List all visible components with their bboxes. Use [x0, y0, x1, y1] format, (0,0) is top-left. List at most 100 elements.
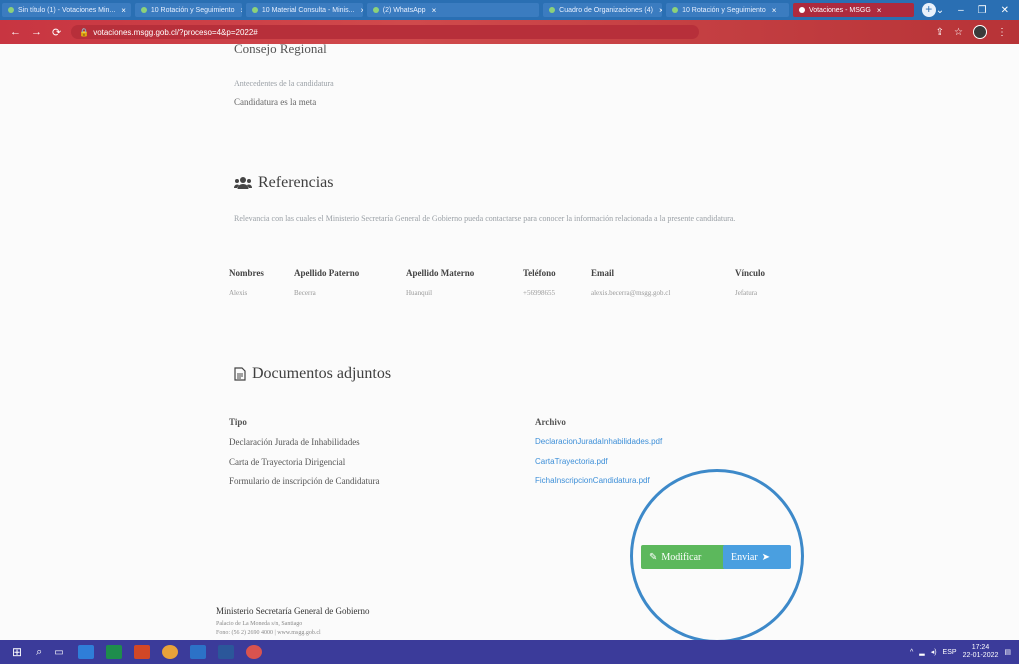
browser-address-bar: ← → ⟳ 🔒 votaciones.msgg.gob.cl/?proceso=…	[0, 20, 1019, 44]
windows-start-icon[interactable]: ⊞	[12, 645, 22, 659]
maximize-icon[interactable]: ❐	[978, 5, 987, 16]
forward-arrow-icon[interactable]: →	[31, 26, 42, 38]
page-content: Consejo Regional Antecedentes de la cand…	[0, 41, 1019, 643]
document-icon	[234, 367, 246, 381]
ref-header-vinculo: Vínculo	[735, 268, 766, 278]
section-heading-partial: Consejo Regional	[234, 41, 327, 56]
outlook-icon[interactable]	[189, 645, 206, 659]
ref-header-nombres: Nombres	[229, 268, 264, 278]
close-tab-icon[interactable]: ×	[772, 6, 777, 15]
avatar[interactable]	[973, 25, 987, 39]
browser-tab[interactable]: 10 Material Consulta - Minis... ×	[245, 3, 363, 17]
clock-time: 17:24	[971, 644, 990, 651]
modificar-button[interactable]: ✎ Modificar	[641, 545, 727, 569]
browser-tab[interactable]: 10 Rotación y Seguimiento ×	[134, 3, 242, 17]
powerpoint-icon[interactable]	[133, 645, 150, 659]
network-icon[interactable]: ▂	[919, 648, 924, 656]
ref-cell-nombres: Alexis	[229, 289, 248, 297]
browser-tab-active[interactable]: Votaciones - MSGG ×	[792, 3, 914, 17]
excel-icon[interactable]	[105, 645, 122, 659]
menu-icon[interactable]: ⋮	[997, 27, 1007, 38]
word-icon[interactable]	[217, 645, 234, 659]
close-window-icon[interactable]: ✕	[1001, 5, 1009, 16]
footer-contact: Fono: (56 2) 2690 4000 | www.msgg.gob.cl	[216, 630, 321, 636]
star-icon[interactable]: ☆	[954, 27, 963, 38]
doc-type: Formulario de inscripción de Candidatura	[229, 476, 380, 486]
ref-cell-vinculo: Jefatura	[735, 289, 758, 297]
ref-header-apellido-materno: Apellido Materno	[406, 268, 475, 278]
tab-favicon-icon	[798, 7, 805, 13]
close-tab-icon[interactable]: ×	[659, 6, 662, 15]
tab-label: (2) WhatsApp	[382, 6, 426, 14]
clock[interactable]: 17:24 22-01-2022	[963, 644, 999, 660]
doc-type: Carta de Trayectoria Dirigencial	[229, 457, 346, 467]
doc-file-link[interactable]: CartaTrayectoria.pdf	[535, 457, 608, 466]
browser-toolbar-right: ⇪ ☆ ⋮	[936, 25, 1019, 39]
share-icon[interactable]: ⇪	[936, 27, 944, 38]
tab-label: Cuadro de Organizaciones (4)	[559, 6, 653, 14]
clock-date: 22-01-2022	[962, 652, 999, 659]
browser-tab-bar: Sin título (1) - Votaciones Min... × 10 R…	[0, 0, 1019, 20]
ref-header-apellido-paterno: Apellido Paterno	[294, 268, 360, 278]
close-tab-icon[interactable]: ×	[877, 6, 882, 15]
browser-tab[interactable]: Sin título (1) - Votaciones Min... ×	[2, 3, 131, 17]
doc-file-link[interactable]: DeclaracionJuradaInhabilidades.pdf	[535, 437, 662, 446]
back-arrow-icon[interactable]: ←	[10, 26, 21, 38]
tab-favicon-icon	[672, 7, 679, 13]
lock-icon: 🔒	[79, 27, 90, 37]
task-view-icon[interactable]: ▭	[54, 647, 63, 658]
section-title-text: Documentos adjuntos	[252, 365, 392, 382]
close-tab-icon[interactable]: ×	[240, 6, 241, 15]
ref-header-email: Email	[591, 268, 615, 278]
new-tab-icon[interactable]: +	[921, 3, 936, 17]
ref-cell-email: alexis.becerra@msgg.gob.cl	[591, 289, 671, 297]
tab-label: Votaciones - MSGG	[808, 6, 871, 14]
ref-cell-apellido-materno: Huanquil	[406, 289, 433, 297]
ref-cell-telefono: +56998655	[523, 289, 555, 297]
section-title-documentos: Documentos adjuntos	[234, 365, 391, 383]
chevron-down-icon[interactable]: ⌄	[936, 5, 944, 16]
section-title-referencias: Referencias	[234, 174, 334, 192]
chrome-icon[interactable]	[161, 645, 178, 659]
edit-icon: ✎	[649, 551, 658, 563]
search-icon[interactable]: ⌕	[36, 646, 42, 659]
enviar-label: Enviar	[731, 551, 758, 563]
ref-cell-apellido-paterno: Becerra	[294, 289, 316, 297]
language-indicator[interactable]: ESP	[943, 649, 957, 656]
system-tray: ^ ▂ ◂) ESP 17:24 22-01-2022 ▤	[910, 644, 1019, 660]
docs-header-tipo: Tipo	[229, 417, 247, 427]
users-icon	[234, 177, 252, 189]
notification-icon[interactable]: ▤	[1004, 648, 1011, 656]
volume-icon[interactable]: ◂)	[931, 648, 937, 656]
reload-icon[interactable]: ⟳	[52, 26, 61, 39]
chevron-up-icon[interactable]: ^	[910, 649, 913, 656]
footer-address: Palacio de La Moneda s/n, Santiago	[216, 621, 303, 627]
section-title-text: Referencias	[258, 174, 334, 191]
browser-tab[interactable]: Cuadro de Organizaciones (4) ×	[543, 3, 663, 17]
referencias-description: Relevancia con las cuales el Ministerio …	[234, 214, 736, 223]
url-field[interactable]: 🔒 votaciones.msgg.gob.cl/?proceso=4&p=20…	[71, 25, 700, 39]
tab-label: 10 Rotación y Seguimiento	[150, 6, 235, 14]
enviar-button[interactable]: Enviar ➤	[723, 545, 791, 569]
minimize-icon[interactable]: –	[958, 5, 964, 16]
browser-tab[interactable]: 10 Rotación y Seguimiento ×	[666, 3, 789, 17]
close-tab-icon[interactable]: ×	[121, 6, 126, 15]
chrome-active-icon[interactable]	[245, 645, 262, 659]
send-icon: ➤	[761, 551, 771, 563]
doc-file-link[interactable]: FichaInscripcionCandidatura.pdf	[535, 476, 650, 485]
browser-tab[interactable]: (2) WhatsApp ×	[366, 3, 540, 17]
candidacy-note-faint: Antecedentes de la candidatura	[234, 79, 334, 88]
window-controls: ⌄ – ❐ ✕	[936, 5, 1019, 16]
candidacy-note: Candidatura es la meta	[234, 97, 317, 107]
tab-label: 10 Rotación y Seguimiento	[682, 6, 766, 14]
tab-favicon-icon	[140, 7, 147, 13]
close-tab-icon[interactable]: ×	[360, 6, 362, 15]
tab-favicon-icon	[549, 7, 556, 13]
tab-label: Sin título (1) - Votaciones Min...	[18, 6, 116, 14]
url-text: votaciones.msgg.gob.cl/?proceso=4&p=2022…	[93, 27, 258, 37]
tab-favicon-icon	[372, 7, 379, 13]
app-icon[interactable]	[77, 645, 94, 659]
close-tab-icon[interactable]: ×	[432, 6, 437, 15]
tab-label: 10 Material Consulta - Minis...	[261, 6, 355, 14]
doc-type: Declaración Jurada de Inhabilidades	[229, 437, 360, 447]
